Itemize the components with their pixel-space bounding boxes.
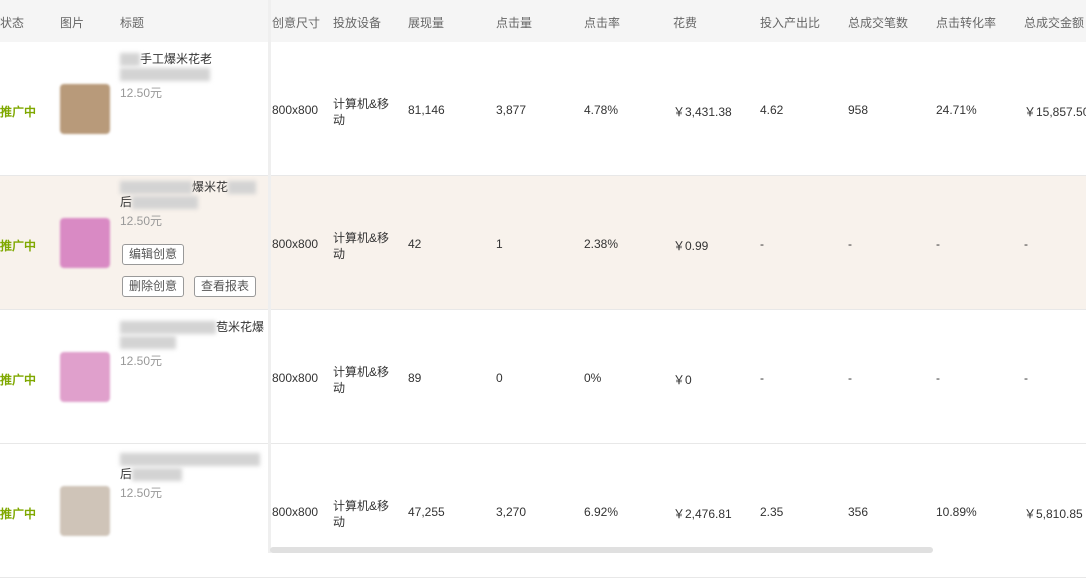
cell-cost: ￥0.99 xyxy=(673,239,709,253)
header-cvr: 点击转化率 xyxy=(936,16,997,30)
status-text: 推广中 xyxy=(0,373,37,387)
status-text: 推广中 xyxy=(0,507,37,521)
title-text: 后 xyxy=(120,467,133,481)
cell-cost: ￥0 xyxy=(673,373,692,387)
cell-cvr: - xyxy=(936,237,940,251)
title-text: 手工爆米花老 xyxy=(140,52,213,66)
table-row: 推广中 爆米花后 12.50元编辑创意删除创意 查看报表 计算机&移动 800x800 42… xyxy=(0,176,1086,310)
header-clicks: 点击量 xyxy=(496,16,533,30)
header-device: 投放设备 xyxy=(333,16,382,30)
cell-roi: - xyxy=(760,237,764,251)
header-gmv: 总成交金额 xyxy=(1024,16,1085,30)
cell-cost: ￥2,476.81 xyxy=(673,507,732,521)
cell-impressions: 47,255 xyxy=(408,505,445,519)
cell-clicks: 3,270 xyxy=(496,505,527,519)
table-header: 状态 图片 标题 创意尺寸 投放设备 展现量 点击量 点击率 花费 投入产出比 … xyxy=(0,0,1086,42)
cell-orders: 958 xyxy=(848,103,869,117)
cell-roi: 4.62 xyxy=(760,103,784,117)
cell-cost: ￥3,431.38 xyxy=(673,105,732,119)
header-image: 图片 xyxy=(60,16,85,30)
cell-orders: - xyxy=(848,237,852,251)
header-roi: 投入产出比 xyxy=(760,16,821,30)
table-row: 推广中 苞米花爆 12.50元计算机&移动 800x800 89 0 0% ￥0 - - - - xyxy=(0,310,1086,444)
header-size: 创意尺寸 xyxy=(272,16,321,30)
creative-thumbnail[interactable] xyxy=(60,218,110,268)
edit-creative-button[interactable]: 编辑创意 xyxy=(122,244,185,265)
header-cost: 花费 xyxy=(673,16,698,30)
table-row: 推广中 手工爆米花老 12.50元计算机&移动 800x800 81,146 3,877 4… xyxy=(0,42,1086,176)
price-text: 12.50元 xyxy=(120,486,163,500)
cell-orders: 356 xyxy=(848,505,869,519)
cell-gmv: - xyxy=(1024,371,1028,385)
creative-title[interactable]: 爆米花后 12.50元 xyxy=(120,180,268,229)
creative-title[interactable]: 苞米花爆 12.50元 xyxy=(120,320,268,369)
creative-thumbnail[interactable] xyxy=(60,486,110,536)
fixed-column-divider xyxy=(268,0,271,553)
device-text: 计算机&移动 xyxy=(333,365,390,395)
device-text: 计算机&移动 xyxy=(333,231,390,261)
status-text: 推广中 xyxy=(0,239,37,253)
cell-size: 800x800 xyxy=(272,237,319,251)
cell-impressions: 89 xyxy=(408,371,422,385)
header-orders: 总成交笔数 xyxy=(848,16,909,30)
price-text: 12.50元 xyxy=(120,86,163,100)
cell-clicks: 1 xyxy=(496,237,503,251)
title-text-2: 后 xyxy=(120,195,133,209)
price-text: 12.50元 xyxy=(120,214,163,228)
cell-ctr: 4.78% xyxy=(584,103,619,117)
title-text: 爆米花 xyxy=(192,180,229,194)
cell-gmv: - xyxy=(1024,237,1028,251)
cell-ctr: 0% xyxy=(584,371,602,385)
cell-gmv: ￥5,810.85 xyxy=(1024,507,1083,521)
cell-size: 800x800 xyxy=(272,505,319,519)
view-report-button[interactable]: 查看报表 xyxy=(194,276,257,297)
creative-title[interactable]: 后 12.50元 xyxy=(120,452,268,501)
cell-roi: - xyxy=(760,371,764,385)
cell-cvr: 10.89% xyxy=(936,505,977,519)
cell-impressions: 81,146 xyxy=(408,103,445,117)
cell-cvr: 24.71% xyxy=(936,103,977,117)
device-text: 计算机&移动 xyxy=(333,499,390,529)
cell-ctr: 2.38% xyxy=(584,237,619,251)
cell-size: 800x800 xyxy=(272,371,319,385)
cell-size: 800x800 xyxy=(272,103,319,117)
status-text: 推广中 xyxy=(0,105,37,119)
delete-creative-button[interactable]: 删除创意 xyxy=(122,276,185,297)
cell-gmv: ￥15,857.50 xyxy=(1024,105,1086,119)
cell-clicks: 0 xyxy=(496,371,503,385)
creative-title[interactable]: 手工爆米花老 12.50元 xyxy=(120,52,268,101)
header-impressions: 展现量 xyxy=(408,16,445,30)
cell-cvr: - xyxy=(936,371,940,385)
price-text: 12.50元 xyxy=(120,354,163,368)
table-row: 推广中 后 12.50元计算机&移动 800x800 47,255 3,270 6.92% ￥… xyxy=(0,444,1086,578)
header-status: 状态 xyxy=(0,16,25,30)
horizontal-scrollbar[interactable] xyxy=(270,547,933,553)
cell-impressions: 42 xyxy=(408,237,422,251)
cell-clicks: 3,877 xyxy=(496,103,527,117)
creative-thumbnail[interactable] xyxy=(60,84,110,134)
header-ctr: 点击率 xyxy=(584,16,621,30)
cell-orders: - xyxy=(848,371,852,385)
title-text: 苞米花爆 xyxy=(216,320,265,334)
cell-ctr: 6.92% xyxy=(584,505,619,519)
header-title: 标题 xyxy=(120,16,145,30)
creative-thumbnail[interactable] xyxy=(60,352,110,402)
cell-roi: 2.35 xyxy=(760,505,784,519)
device-text: 计算机&移动 xyxy=(333,97,390,127)
